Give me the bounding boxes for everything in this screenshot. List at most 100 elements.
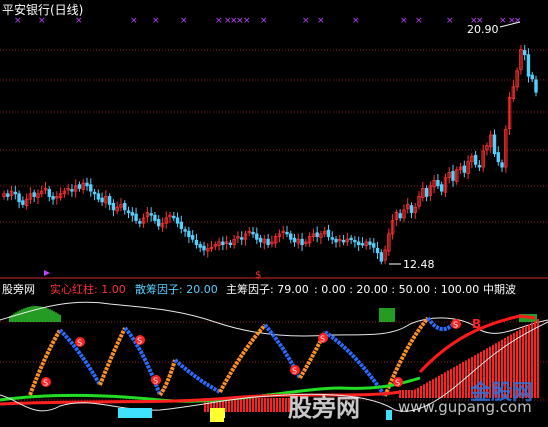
- candle-body: [92, 191, 97, 195]
- sell-marker: ×: [180, 16, 188, 26]
- candle-body: [526, 54, 531, 77]
- candle-body: [353, 239, 357, 243]
- sell-marker: ×: [352, 16, 360, 26]
- candle-body: [372, 243, 376, 248]
- watermark-center: 股旁网: [288, 394, 360, 422]
- legend-label: 主筹因子: [226, 283, 270, 296]
- candle-body: [496, 152, 500, 163]
- candle-body: [258, 237, 263, 243]
- candle-body: [89, 184, 93, 192]
- sell-marker: ×: [400, 16, 408, 26]
- candle-body: [349, 237, 353, 241]
- candle-body: [47, 189, 51, 197]
- sell-marker: ×: [152, 16, 160, 26]
- candle-body: [300, 238, 304, 246]
- candle-body: [341, 239, 346, 243]
- candle-body: [292, 237, 297, 243]
- candle-body: [32, 192, 36, 197]
- candle-body: [77, 184, 82, 189]
- signal-marker-letter: S: [43, 379, 48, 388]
- candle-body: [530, 74, 534, 80]
- candle-body: [130, 212, 134, 216]
- candle-body: [138, 221, 142, 224]
- candle-body: [202, 245, 206, 251]
- candle-body: [334, 238, 338, 243]
- legend-item-solid-red: 实心红柱: 1.00: [50, 283, 126, 296]
- candle-body: [315, 232, 319, 237]
- high-price-label: 20.90: [467, 23, 499, 36]
- candle-body: [266, 238, 270, 246]
- candle-body: [194, 239, 199, 246]
- annotations: $: [44, 21, 521, 281]
- candle-body: [356, 241, 361, 246]
- candle-body: [126, 210, 131, 213]
- sell-marker: ×: [446, 16, 454, 26]
- signal-marker-letter: S: [153, 377, 158, 386]
- signal-marker-letter: S: [137, 337, 142, 346]
- base-block: [386, 410, 392, 420]
- sell-marker: ×: [302, 16, 310, 26]
- candle-body: [368, 241, 372, 246]
- sell-marker: ×: [260, 16, 268, 26]
- candle-body: [409, 205, 414, 213]
- window-title: 平安银行(日线): [2, 3, 84, 17]
- candle-body: [492, 134, 497, 155]
- candle-body: [436, 180, 440, 187]
- candle-body: [424, 188, 429, 197]
- candle-body: [156, 219, 161, 227]
- sell-marker: ×: [215, 16, 223, 26]
- candle-body: [477, 165, 482, 168]
- candle-body: [451, 170, 455, 181]
- candle-body: [473, 154, 478, 165]
- candle-body: [221, 241, 225, 246]
- candle-body: [289, 233, 293, 240]
- candle-body: [500, 162, 504, 168]
- candle-body: [183, 229, 187, 232]
- sell-marker: ×: [38, 16, 46, 26]
- candle-body: [228, 242, 233, 246]
- candle-body: [360, 243, 365, 246]
- candle-body: [111, 203, 116, 211]
- candle-body: [534, 79, 538, 93]
- chart-stage: × × × × × × × ××× × × × × × × × × ×× × ×× $ SS SSSSSS B: [0, 16, 548, 427]
- candle-body: [70, 189, 74, 192]
- indicator-legend: 股旁网 实心红柱: 1.00 散筹因子: 20.00 主筹因子: 79.00 :…: [0, 282, 548, 298]
- candle-body: [190, 235, 195, 240]
- candle-body: [85, 182, 89, 187]
- signal-marker-letter: S: [292, 367, 297, 376]
- sell-marker: ×: [514, 16, 522, 26]
- candle-body: [522, 50, 527, 56]
- source-label: 股旁网: [2, 283, 35, 296]
- candle-body: [240, 237, 244, 240]
- candle-body: [17, 193, 21, 203]
- candle-body: [379, 252, 384, 262]
- candle-body: [123, 203, 127, 211]
- candle-body: [175, 217, 180, 224]
- candle-body: [6, 193, 10, 197]
- watermark-brand: 金股网: [470, 380, 533, 404]
- signal-marker-letter: S: [320, 335, 325, 344]
- candle-body: [96, 193, 101, 200]
- legend-value: 20.00: [186, 283, 218, 296]
- price-grid: [0, 49, 548, 279]
- legend-value: 1.00: [101, 283, 126, 296]
- sell-marker: ×: [243, 16, 251, 26]
- candle-body: [134, 213, 138, 221]
- candle-body: [462, 165, 467, 173]
- candle-body: [375, 247, 380, 254]
- candle-body: [198, 244, 202, 248]
- legend-value: 79.00: [277, 283, 309, 296]
- candle-body: [187, 230, 191, 237]
- low-price-label: 12.48: [403, 258, 435, 271]
- candlestick-series: [2, 45, 538, 265]
- candle-body: [153, 214, 157, 221]
- sell-markers: × × × × × × × ××× × × × × × × × × ×× × ××: [14, 16, 522, 26]
- candle-body: [255, 233, 259, 240]
- buy-marker: B: [472, 317, 481, 331]
- candle-body: [398, 213, 402, 219]
- candle-body: [326, 229, 331, 237]
- candle-body: [179, 221, 184, 229]
- play-marker: [44, 270, 50, 276]
- candle-body: [439, 184, 444, 192]
- candle-body: [330, 237, 334, 240]
